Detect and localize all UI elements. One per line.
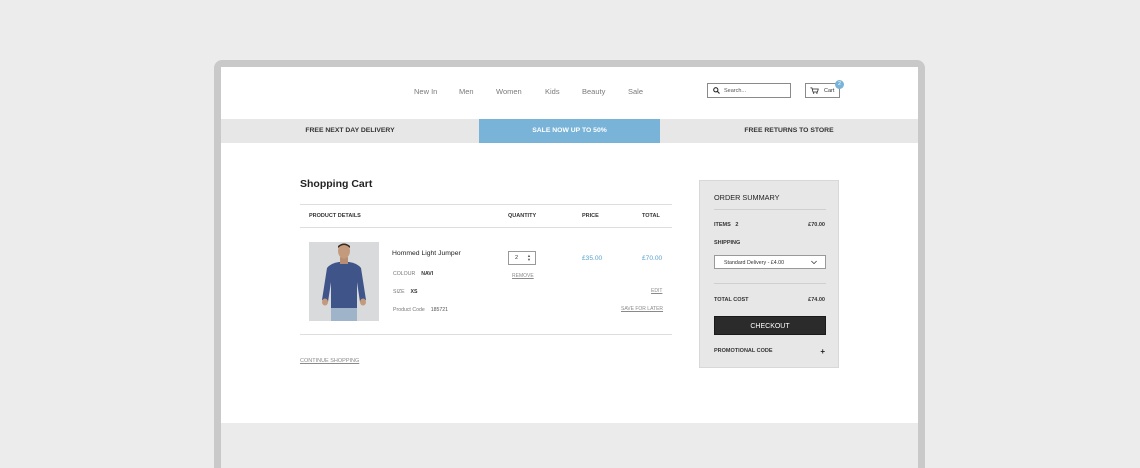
col-header-price: PRICE (582, 213, 599, 219)
search-box[interactable] (707, 83, 791, 98)
nav-item-new-in[interactable]: New In (414, 87, 437, 96)
items-value: £70.00 (808, 222, 825, 228)
checkout-button[interactable]: CHECKOUT (714, 316, 826, 335)
nav-item-kids[interactable]: Kids (545, 87, 560, 96)
colour-value: NAVI (421, 271, 434, 277)
table-header-divider (300, 227, 672, 228)
items-count: 2 (735, 222, 739, 228)
promo-bar: FREE NEXT DAY DELIVERY SALE NOW UP TO 50… (221, 119, 918, 143)
order-summary-panel: ORDER SUMMARY ITEMS 2 £70.00 SHIPPING St… (699, 180, 839, 368)
colour-label: COLOUR (393, 271, 416, 277)
product-name[interactable]: Hommed Light Jumper (392, 250, 461, 257)
search-input[interactable] (724, 87, 786, 94)
stepper-arrows-icon[interactable]: ▲ ▼ (527, 254, 531, 262)
product-code: Product Code 185721 (393, 307, 448, 313)
quantity-stepper[interactable]: 2 ▲ ▼ (508, 251, 536, 265)
size-value: XS (410, 289, 418, 295)
cart-button[interactable]: Cart 2 (805, 80, 844, 98)
summary-divider (714, 283, 826, 284)
total-cost-label: TOTAL COST (714, 297, 749, 303)
summary-divider (714, 209, 826, 210)
size-label: SIZE (393, 289, 405, 295)
continue-shopping-link[interactable]: CONTINUE SHOPPING (300, 358, 359, 364)
code-value: 185721 (430, 307, 449, 313)
page-footer-band (221, 423, 918, 468)
items-label: ITEMS (714, 222, 731, 228)
col-header-quantity: QUANTITY (508, 213, 537, 219)
promo-sale[interactable]: SALE NOW UP TO 50% (479, 119, 660, 143)
page-title: Shopping Cart (300, 178, 373, 190)
summary-items: ITEMS 2 (714, 222, 738, 228)
search-icon (713, 87, 720, 94)
shipping-select[interactable]: Standard Delivery - £4.00 (714, 255, 826, 269)
quantity-value: 2 (515, 255, 519, 261)
product-colour: COLOUR NAVI (393, 271, 433, 277)
chevron-down-icon (811, 260, 817, 265)
item-total: £70.00 (642, 255, 663, 262)
cart-label: Cart (824, 87, 835, 94)
nav-item-women[interactable]: Women (496, 87, 522, 96)
nav-item-beauty[interactable]: Beauty (582, 87, 605, 96)
expand-plus-icon[interactable]: + (820, 348, 825, 356)
cart-icon (810, 87, 819, 94)
promo-free-delivery[interactable]: FREE NEXT DAY DELIVERY (221, 119, 479, 143)
browser-viewport: New In Men Women Kids Beauty Sale Cart 2… (221, 67, 918, 468)
product-size: SIZE XS (393, 289, 417, 295)
item-price: £35.00 (582, 255, 603, 262)
nav-item-men[interactable]: Men (459, 87, 474, 96)
save-for-later-link[interactable]: SAVE FOR LATER (621, 306, 663, 312)
total-cost-value: £74.00 (808, 297, 825, 303)
order-summary-title: ORDER SUMMARY (714, 193, 780, 202)
shipping-selected-option: Standard Delivery - £4.00 (724, 259, 785, 266)
edit-link[interactable]: EDIT (651, 288, 662, 294)
code-label: Product Code (393, 307, 425, 313)
cart-count-badge: 2 (835, 80, 844, 89)
shipping-label: SHIPPING (714, 240, 741, 246)
remove-link[interactable]: REMOVE (512, 273, 534, 279)
product-image[interactable] (309, 242, 379, 321)
nav-item-sale[interactable]: Sale (628, 87, 643, 96)
col-header-product-details: PRODUCT DETAILS (309, 213, 361, 219)
promo-free-returns[interactable]: FREE RETURNS TO STORE (660, 119, 918, 143)
promotional-code-label[interactable]: PROMOTIONAL CODE (714, 348, 773, 354)
table-bottom-divider (300, 334, 672, 335)
table-top-divider (300, 204, 672, 205)
col-header-total: TOTAL (642, 213, 660, 219)
